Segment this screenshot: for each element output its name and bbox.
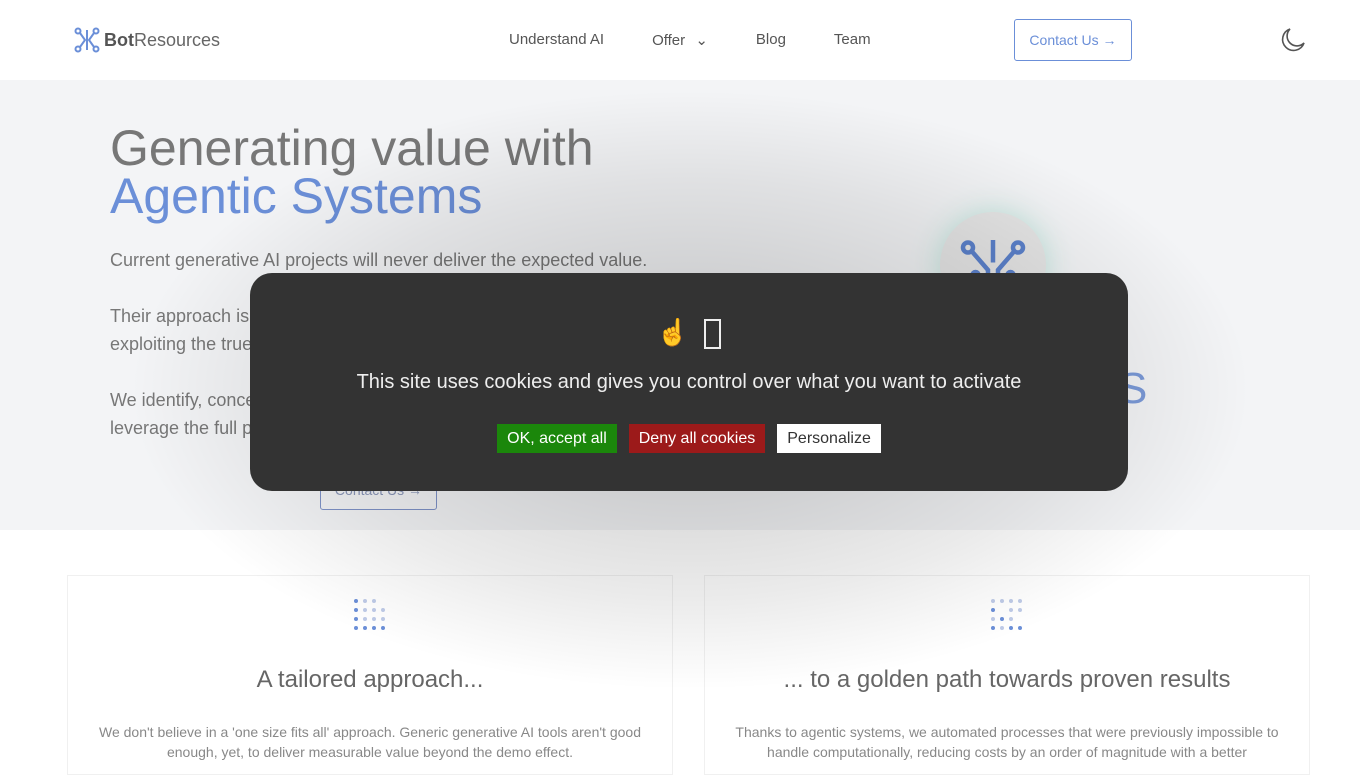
nav-team[interactable]: Team <box>834 31 871 49</box>
cookie-modal: ☝ This site uses cookies and gives you c… <box>250 273 1128 491</box>
bot-logo-icon <box>74 27 100 53</box>
title-line2: Agentic Systems <box>110 168 483 224</box>
card-title: A tailored approach... <box>256 666 484 693</box>
moon-icon[interactable] <box>1280 27 1306 53</box>
card-text: Thanks to agentic systems, we automated … <box>735 724 1279 760</box>
accept-all-button[interactable]: OK, accept all <box>497 424 617 453</box>
pointing-hand-icon: ☝ <box>656 317 690 347</box>
logo[interactable]: BotResources <box>74 27 220 53</box>
nav-blog[interactable]: Blog <box>756 31 786 49</box>
cookie-icons: ☝ <box>250 317 1128 350</box>
card-title: ... to a golden path towards proven resu… <box>783 666 1231 693</box>
card-text: We don't believe in a 'one size fits all… <box>99 724 641 760</box>
p2-line1: Their approach is <box>110 306 250 326</box>
cookie-message: This site uses cookies and gives you con… <box>356 371 1022 393</box>
p2-line2: exploiting the true <box>110 334 253 354</box>
brand-rest: Resources <box>134 29 221 50</box>
navbar: BotResources Understand AI Offer ⌄ Blog … <box>0 0 1360 80</box>
nav-understand-ai[interactable]: Understand AI <box>509 31 604 49</box>
missing-glyph-icon <box>704 319 722 350</box>
chevron-down-icon: ⌄ <box>695 32 708 49</box>
hero-p3: We identify, conce leverage the full p <box>110 386 255 442</box>
p3-line1: We identify, conce <box>110 390 256 410</box>
nav-offer[interactable]: Offer ⌄ <box>652 31 708 49</box>
hero-p1: Current generative AI projects will neve… <box>110 250 648 270</box>
personalize-button[interactable]: Personalize <box>777 424 881 453</box>
p3-line2: leverage the full p <box>110 418 253 438</box>
hero-title: Generating value with Agentic Systems <box>110 123 594 221</box>
dots-icon <box>991 599 1022 630</box>
brand-bold: Bot <box>104 29 134 50</box>
hero-p2: Their approach is exploiting the true <box>110 302 252 358</box>
contact-us-button[interactable]: Contact Us → <box>1014 19 1132 61</box>
deny-all-button[interactable]: Deny all cookies <box>628 424 766 453</box>
card-tailored: A tailored approach... We don't believe … <box>67 575 673 775</box>
dots-icon <box>354 599 385 630</box>
nav-offer-label: Offer <box>652 32 686 49</box>
card-golden-path: ... to a golden path towards proven resu… <box>704 575 1310 775</box>
